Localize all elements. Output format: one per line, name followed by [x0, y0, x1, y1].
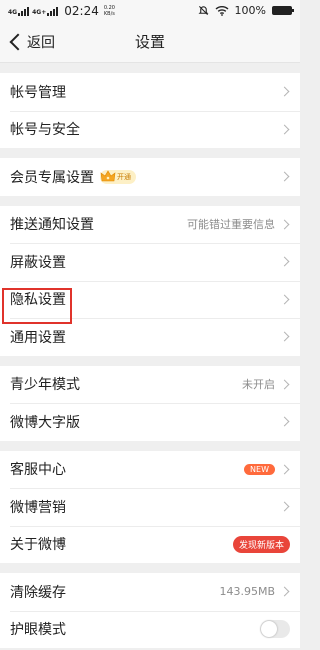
- chevron-right-icon: [279, 464, 290, 475]
- network-2-label: 4G+: [32, 8, 47, 16]
- row-label: 清除缓存: [10, 584, 66, 601]
- row-about-weibo[interactable]: 关于微博 发现新版本: [0, 525, 300, 564]
- chevron-left-icon: [9, 33, 27, 51]
- signal-1: 4G: [8, 6, 30, 16]
- vip-badge[interactable]: 开通: [100, 169, 136, 184]
- row-label: 屏蔽设置: [10, 254, 66, 271]
- row-label: 隐私设置: [10, 292, 66, 309]
- new-version-badge: 发现新版本: [232, 535, 290, 553]
- row-value: 可能错过重要信息: [187, 218, 275, 232]
- row-label: 推送通知设置: [10, 217, 94, 234]
- chevron-right-icon: [279, 124, 290, 135]
- chevron-right-icon: [279, 86, 290, 97]
- row-label: 帐号管理: [10, 84, 66, 101]
- status-bar: 4G 4G+ 02:24 0.20 KB/s 100%: [0, 0, 300, 22]
- row-label: 护眼模式: [10, 622, 66, 639]
- chevron-right-icon: [279, 586, 290, 597]
- row-account-security[interactable]: 帐号与安全: [0, 110, 300, 149]
- row-label: 青少年模式: [10, 377, 80, 394]
- clock: 02:24: [64, 4, 99, 18]
- row-value: 143.95MB: [219, 585, 275, 599]
- wifi-icon: [215, 6, 229, 16]
- row-privacy-settings[interactable]: 隐私设置: [0, 280, 300, 319]
- mute-bell-icon: [198, 5, 209, 16]
- battery-percent: 100%: [234, 4, 266, 17]
- settings-group-about: 客服中心 NEW 微博营销 关于微博 发现新版本: [0, 450, 300, 564]
- row-vip-settings[interactable]: 会员专属设置 开通: [0, 158, 300, 196]
- row-general-settings[interactable]: 通用设置: [0, 318, 300, 356]
- settings-group-vip: 会员专属设置 开通: [0, 158, 300, 196]
- settings-group-storage: 清除缓存 143.95MB 护眼模式: [0, 573, 300, 648]
- row-label: 客服中心: [10, 462, 66, 479]
- row-label: 微博大字版: [10, 414, 80, 431]
- row-value: 未开启: [242, 378, 275, 392]
- signal-2: 4G+: [32, 6, 59, 16]
- toggle-knob: [261, 621, 277, 638]
- row-large-font-version[interactable]: 微博大字版: [0, 403, 300, 441]
- nav-bar: 返回 设置: [0, 22, 300, 63]
- signal-bars-icon: [47, 6, 59, 16]
- chevron-right-icon: [279, 501, 290, 512]
- row-eye-protection: 护眼模式: [0, 610, 300, 649]
- chevron-right-icon: [279, 294, 290, 305]
- chevron-right-icon: [279, 219, 290, 230]
- row-label: 通用设置: [10, 329, 66, 346]
- network-1-label: 4G: [8, 8, 18, 16]
- speed-unit: KB/s: [103, 11, 115, 17]
- battery-fill: [273, 7, 291, 14]
- eye-protection-toggle[interactable]: [260, 620, 290, 639]
- row-weibo-marketing[interactable]: 微博营销: [0, 488, 300, 526]
- chevron-right-icon: [279, 256, 290, 267]
- row-push-notifications[interactable]: 推送通知设置 可能错过重要信息: [0, 206, 300, 244]
- chevron-right-icon: [279, 379, 290, 390]
- settings-group-account: 帐号管理 帐号与安全: [0, 73, 300, 148]
- row-block-settings[interactable]: 屏蔽设置: [0, 243, 300, 281]
- battery-icon: [272, 6, 294, 15]
- vip-badge-label: 开通: [117, 172, 131, 181]
- row-teen-mode[interactable]: 青少年模式 未开启: [0, 366, 300, 404]
- row-label: 帐号与安全: [10, 122, 80, 139]
- network-speed: 0.20 KB/s: [104, 5, 115, 17]
- row-label: 会员专属设置: [10, 169, 94, 186]
- row-label: 微博营销: [10, 499, 66, 516]
- row-account-management[interactable]: 帐号管理: [0, 73, 300, 111]
- row-customer-service[interactable]: 客服中心 NEW: [0, 451, 300, 489]
- row-label: 关于微博: [10, 537, 66, 554]
- back-button[interactable]: 返回: [8, 22, 55, 62]
- chevron-right-icon: [279, 416, 290, 427]
- chevron-right-icon: [279, 331, 290, 342]
- settings-group-general: 推送通知设置 可能错过重要信息 屏蔽设置 隐私设置 通用设置: [0, 205, 300, 356]
- signal-bars-icon: [18, 6, 30, 16]
- chevron-right-icon: [279, 171, 290, 182]
- back-label: 返回: [27, 35, 55, 51]
- settings-group-modes: 青少年模式 未开启 微博大字版: [0, 365, 300, 441]
- crown-icon: [100, 170, 116, 182]
- new-badge: NEW: [244, 463, 275, 475]
- row-clear-cache[interactable]: 清除缓存 143.95MB: [0, 573, 300, 611]
